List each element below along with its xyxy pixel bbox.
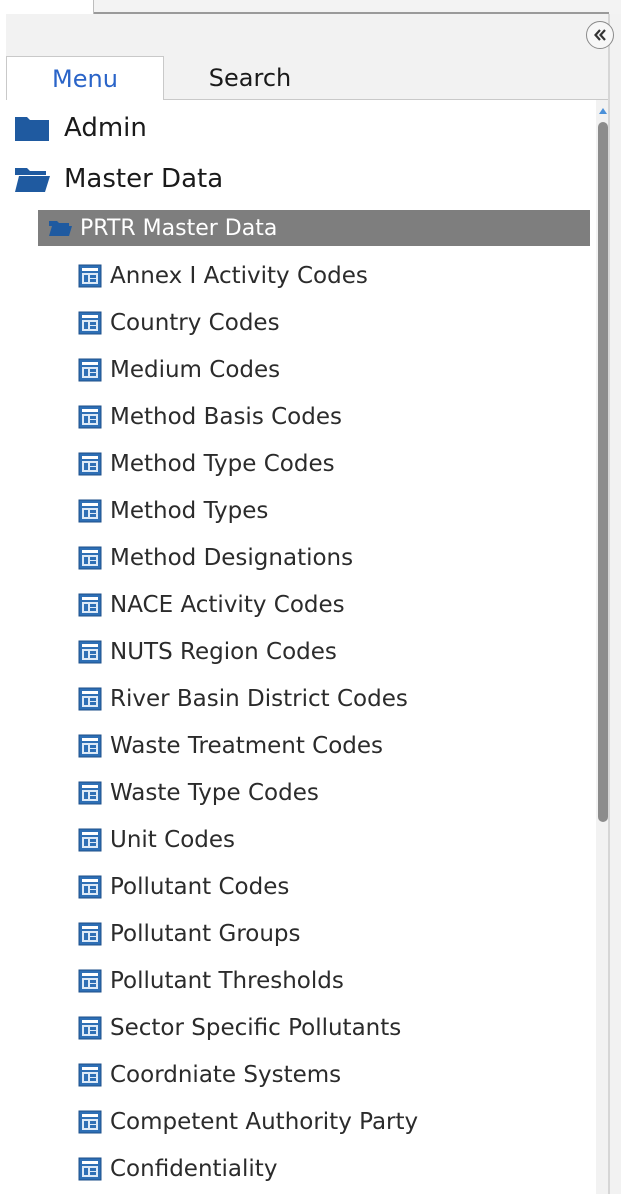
form-icon [78,828,102,852]
form-icon [78,1157,102,1181]
scroll-up-arrow-icon[interactable] [599,108,607,114]
tree-item-label: Unit Codes [110,827,235,853]
tree-item-label: Medium Codes [110,357,281,383]
form-icon [78,640,102,664]
form-icon [78,1063,102,1087]
tree-item-form[interactable]: Pollutant Groups [78,914,301,954]
tree-scrollbar[interactable] [596,108,610,822]
form-icon [78,264,102,288]
form-icon [78,781,102,805]
tree-item-label: Pollutant Thresholds [110,968,344,994]
tree-item-label: Annex I Activity Codes [110,263,368,289]
tree-item-form[interactable]: Country Codes [78,303,280,343]
tree-item-form[interactable]: Medium Codes [78,350,280,390]
form-icon [78,969,102,993]
tree-item-label: Coordniate Systems [110,1062,342,1088]
tree-item-form[interactable]: Coordniate Systems [78,1055,341,1095]
scrollbar-thumb[interactable] [598,122,608,822]
tree-item-label: Method Designations [110,545,354,571]
form-icon [78,311,102,335]
tree-item-prtr-master-data[interactable]: PRTR Master Data [38,210,590,246]
tree-item-label: River Basin District Codes [110,686,408,712]
tree-item-form[interactable]: Confidentiality [78,1149,277,1189]
tree-item-form[interactable]: Method Designations [78,538,353,578]
tree-item-label: Admin [64,113,147,143]
form-icon [78,452,102,476]
form-icon [78,405,102,429]
folder-open-icon [15,168,50,192]
tree-item-admin[interactable]: Admin [14,104,147,152]
form-icon [78,687,102,711]
folder-open-icon [49,221,72,236]
form-icon [78,499,102,523]
form-icon [78,1016,102,1040]
tree-item-label: PRTR Master Data [80,215,278,241]
tree-item-form[interactable]: Method Types [78,491,268,531]
tree-item-form[interactable]: NUTS Region Codes [78,632,337,672]
tree-item-label: NACE Activity Codes [110,592,345,618]
tree-item-label: Waste Treatment Codes [110,733,384,759]
menu-tree: Admin Master Data PRTR Master Data Annex… [6,100,596,1194]
double-chevron-left-icon [594,29,606,41]
tree-item-form[interactable]: Annex I Activity Codes [78,256,368,296]
window-tab-stub [0,0,94,14]
tree-item-form[interactable]: Pollutant Codes [78,867,289,907]
tree-item-form[interactable]: Sector Specific Pollutants [78,1008,401,1048]
tree-item-master-data[interactable]: Master Data [14,155,223,203]
tree-item-form[interactable]: Method Basis Codes [78,397,342,437]
tree-item-label: Competent Authority Party [110,1109,419,1135]
form-icon [78,358,102,382]
folder-closed-icon [15,117,49,141]
tree-item-label: Method Type Codes [110,451,335,477]
tree-item-form[interactable]: Pollutant Thresholds [78,961,344,1001]
tree-item-form[interactable]: Waste Treatment Codes [78,726,383,766]
tree-item-form[interactable]: River Basin District Codes [78,679,408,719]
tree-item-label: Pollutant Groups [110,921,301,947]
form-icon [78,922,102,946]
tree-item-label: Confidentiality [110,1156,278,1182]
tab-menu[interactable]: Menu [6,56,164,100]
tree-item-form[interactable]: Method Type Codes [78,444,335,484]
form-icon [78,593,102,617]
tree-item-form[interactable]: Waste Type Codes [78,773,319,813]
form-icon [78,875,102,899]
top-strip [0,0,621,14]
tree-item-label: NUTS Region Codes [110,639,337,665]
tree-item-form[interactable]: Competent Authority Party [78,1102,418,1142]
tab-search[interactable]: Search [164,56,336,100]
tree-item-label: Waste Type Codes [110,780,319,806]
tree-item-label: Method Basis Codes [110,404,342,430]
panel-tabs: Menu Search [6,56,608,100]
tree-item-form[interactable]: Unit Codes [78,820,235,860]
tree-item-label: Master Data [64,164,224,194]
tree-item-label: Country Codes [110,310,280,336]
collapse-panel-button[interactable] [586,21,614,49]
form-icon [78,1110,102,1134]
tree-item-label: Pollutant Codes [110,874,290,900]
form-icon [78,734,102,758]
tree-item-label: Method Types [110,498,269,524]
form-icon [78,546,102,570]
tree-item-form[interactable]: NACE Activity Codes [78,585,345,625]
tree-item-label: Sector Specific Pollutants [110,1015,402,1041]
